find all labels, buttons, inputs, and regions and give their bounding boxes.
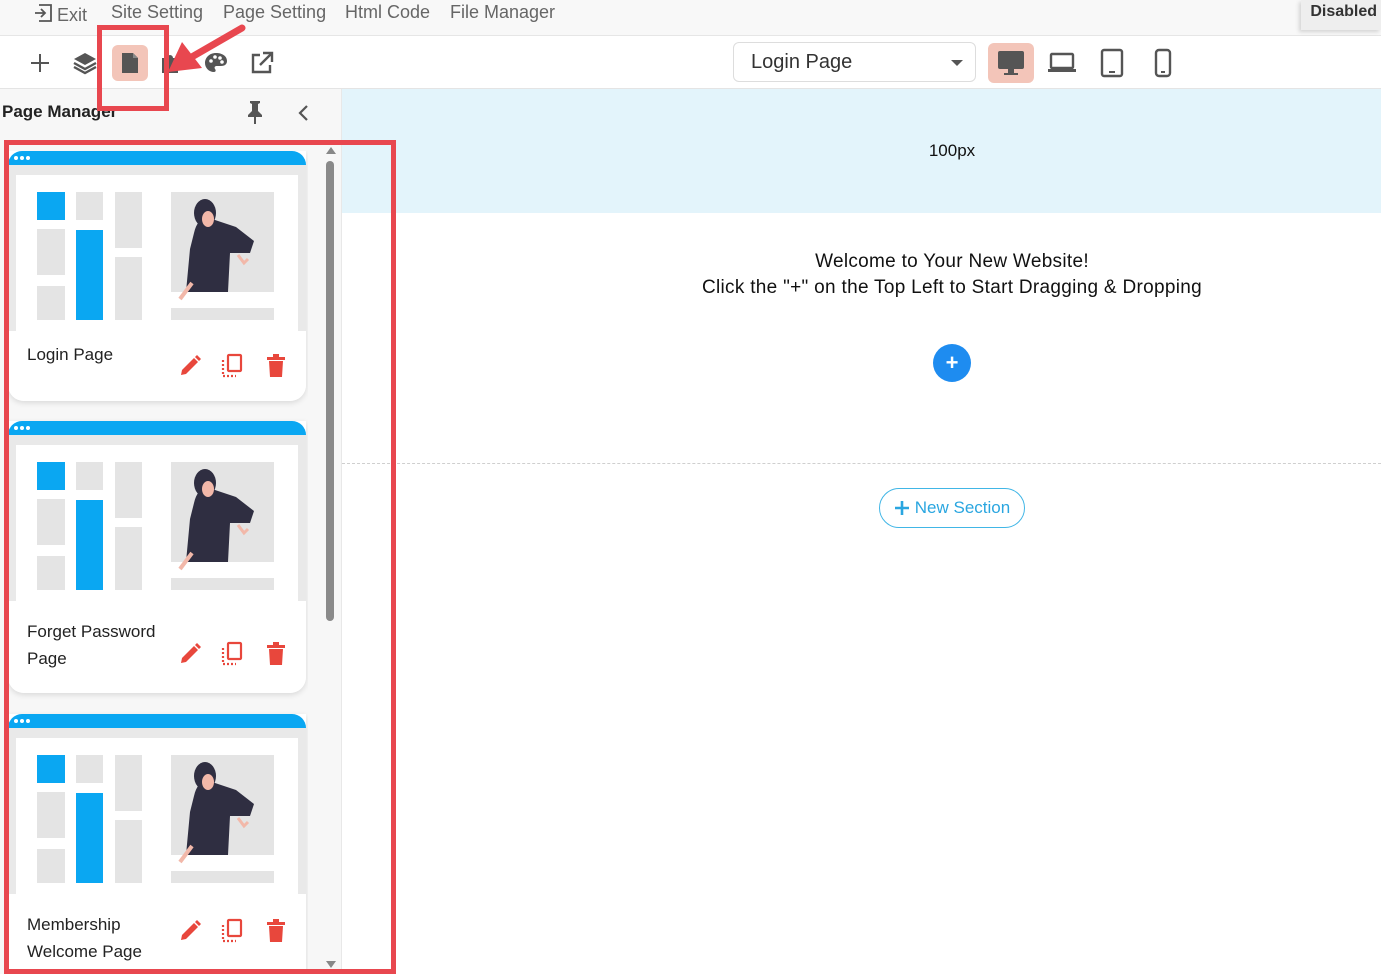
welcome-heading: Welcome to Your New Website! [815, 251, 1089, 272]
add-block-button[interactable]: + [933, 344, 971, 382]
exit-label: Exit [57, 5, 88, 25]
plus-icon [31, 54, 49, 72]
caret-down-icon [951, 60, 963, 66]
status-badge[interactable]: Disabled [1301, 0, 1381, 30]
mobile-view-button[interactable] [1140, 43, 1186, 83]
laptop-icon [1048, 52, 1076, 72]
exit-icon [35, 4, 52, 22]
page-select-dropdown[interactable]: Login Page [733, 42, 976, 82]
section-divider [342, 463, 1381, 464]
pin-button[interactable] [244, 99, 266, 130]
external-link-icon [251, 51, 274, 74]
mobile-icon [1154, 48, 1172, 78]
desktop-icon [998, 51, 1024, 75]
page-select-value: Login Page [751, 51, 853, 73]
pin-icon [248, 101, 262, 124]
laptop-view-button[interactable] [1039, 43, 1085, 83]
site-setting-menu-item[interactable]: Site Setting [111, 2, 203, 23]
new-section-button[interactable]: New Section [879, 488, 1025, 528]
editor-canvas: 100px Welcome to Your New Website! Click… [342, 89, 1381, 974]
arrow-annotation-icon [168, 24, 246, 72]
page-setting-menu-item[interactable]: Page Setting [223, 2, 326, 23]
desktop-view-button[interactable] [988, 43, 1034, 83]
layers-icon [73, 53, 97, 75]
plus-icon [894, 501, 909, 515]
spacer-height-label: 100px [928, 141, 976, 160]
chevron-left-icon [298, 105, 308, 121]
tablet-icon [1100, 48, 1124, 78]
highlight-box-page-list [4, 140, 396, 974]
welcome-message: Welcome to Your New Website! Click the "… [342, 249, 1381, 301]
new-section-label: New Section [914, 498, 1011, 517]
file-manager-menu-item[interactable]: File Manager [450, 2, 555, 23]
tablet-view-button[interactable] [1089, 43, 1135, 83]
collapse-panel-button[interactable] [297, 103, 311, 128]
welcome-instructions: Click the "+" on the Top Left to Start D… [701, 277, 1202, 298]
exit-menu-item[interactable]: Exit [33, 2, 87, 26]
html-code-menu-item[interactable]: Html Code [345, 2, 430, 23]
add-element-button[interactable] [22, 45, 58, 81]
preview-button[interactable] [244, 45, 280, 81]
highlight-box-toolbar [97, 25, 169, 111]
